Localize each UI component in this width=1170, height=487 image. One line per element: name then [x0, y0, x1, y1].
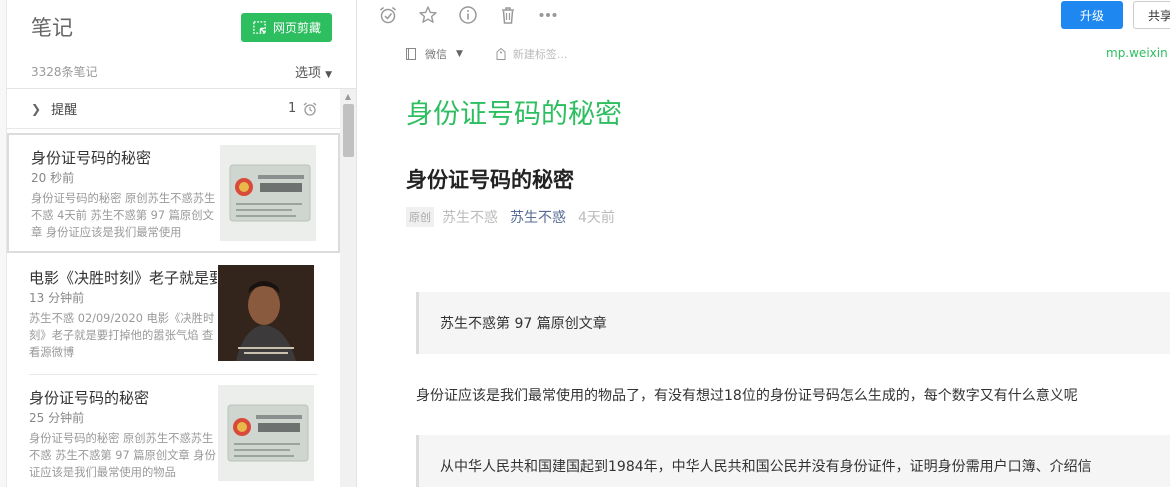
left-edge-strip: [0, 0, 7, 487]
note-snippet: 苏生不惑 02/09/2020 电影《决胜时刻》老子就是要打掉他的嚣张气焰 查看…: [29, 312, 215, 359]
alarm-icon[interactable]: [378, 5, 398, 25]
publish-date: 4天前: [578, 210, 615, 226]
reminders-count: 1: [288, 101, 297, 116]
web-clip-button[interactable]: 网页剪藏: [241, 13, 332, 42]
reminders-row[interactable]: ❯ 提醒 1: [7, 89, 340, 129]
reminders-label: 提醒: [51, 103, 78, 118]
notebook-selector[interactable]: 微信: [425, 46, 447, 62]
info-icon[interactable]: [458, 5, 478, 25]
note-card[interactable]: 身份证号码的秘密 25 分钟前 身份证号码的秘密 原创苏生不惑苏生不惑 苏生不惑…: [7, 375, 340, 487]
star-icon[interactable]: [418, 5, 438, 25]
note-title-field[interactable]: 身份证号码的秘密: [406, 92, 622, 131]
note-time: 20 秒前: [31, 171, 75, 185]
note-list-scrollbar[interactable]: ▲: [340, 89, 356, 487]
clip-icon: [253, 21, 266, 34]
movie-still-thumbnail: [218, 265, 314, 361]
upgrade-button[interactable]: 升级: [1061, 1, 1123, 29]
article-title: 身份证号码的秘密: [406, 168, 574, 192]
alarm-clock-icon: [303, 102, 317, 116]
note-card-selected[interactable]: 身份证号码的秘密 20 秒前 身份证号码的秘密 原创苏生不惑苏生不惑 4天前 苏…: [7, 133, 340, 253]
account-link[interactable]: 苏生不惑: [510, 207, 566, 227]
chevron-down-icon[interactable]: ▼: [456, 49, 463, 59]
note-list-panel: 笔记 网页剪藏 3328条笔记 选项 ▼ ❯ 提醒 1 身份证号码的秘密 20 …: [7, 0, 357, 487]
more-icon[interactable]: [538, 5, 558, 25]
scrollbar-thumb[interactable]: [343, 104, 354, 157]
blockquote-text: 苏生不惑第 97 篇原创文章: [440, 316, 607, 332]
note-meta-bar: 微信 ▼ 新建标签...: [406, 44, 567, 64]
note-time: 13 分钟前: [29, 291, 85, 305]
share-button[interactable]: 共享: [1133, 1, 1170, 29]
note-title: 身份证号码的秘密: [29, 389, 150, 407]
panel-title: 笔记: [31, 16, 73, 40]
web-clip-label: 网页剪藏: [272, 21, 321, 35]
note-title: 电影《决胜时刻》老子就是要打掉他的嚣张气焰: [29, 269, 217, 287]
blockquote: 从中华人民共和国建国起到1984年，中华人民共和国公民并没有身份证件，证明身份需…: [416, 435, 1170, 487]
blockquote-text: 从中华人民共和国建国起到1984年，中华人民共和国公民并没有身份证件，证明身份需…: [440, 459, 1092, 475]
article-meta: 原创 苏生不惑 苏生不惑 4天前: [406, 207, 615, 227]
note-count: 3328条笔记: [31, 65, 98, 79]
trash-icon[interactable]: [498, 5, 518, 25]
id-card-thumbnail: [218, 385, 314, 481]
notebook-icon: [406, 48, 416, 60]
scroll-up-arrow[interactable]: ▲: [340, 89, 356, 103]
note-editor: 升级 共享 微信 ▼ 新建标签... mp.weixin 身份证号码的秘密 身份…: [358, 0, 1170, 487]
note-snippet: 身份证号码的秘密 原创苏生不惑苏生不惑 4天前 苏生不惑第 97 篇原创文章 身…: [31, 192, 216, 239]
tag-icon: [496, 48, 506, 60]
note-snippet: 身份证号码的秘密 原创苏生不惑苏生不惑 苏生不惑第 97 篇原创文章 身份证应该…: [29, 432, 216, 479]
options-dropdown[interactable]: 选项 ▼: [295, 62, 332, 81]
new-tag-input[interactable]: 新建标签...: [513, 46, 568, 62]
note-time: 25 分钟前: [29, 411, 85, 425]
id-card-thumbnail: [220, 145, 316, 241]
source-url-link[interactable]: mp.weixin: [1106, 46, 1168, 60]
options-label: 选项: [295, 66, 322, 81]
evernote-window: 笔记 网页剪藏 3328条笔记 选项 ▼ ❯ 提醒 1 身份证号码的秘密 20 …: [0, 0, 1170, 487]
note-list: ❯ 提醒 1 身份证号码的秘密 20 秒前 身份证号码的秘密 原创苏生不惑苏生不…: [7, 89, 340, 487]
body-paragraph: 身份证应该是我们最常使用的物品了，有没有想过18位的身份证号码怎么生成的，每个数…: [416, 388, 1078, 404]
note-card[interactable]: 电影《决胜时刻》老子就是要打掉他的嚣张气焰 13 分钟前 苏生不惑 02/09/…: [7, 255, 340, 375]
chevron-right-icon: ❯: [31, 101, 42, 116]
note-title: 身份证号码的秘密: [31, 149, 152, 167]
author-name: 苏生不惑: [442, 210, 498, 226]
chevron-down-icon: ▼: [325, 70, 333, 80]
blockquote: 苏生不惑第 97 篇原创文章: [416, 292, 1170, 354]
original-badge: 原创: [406, 207, 434, 227]
